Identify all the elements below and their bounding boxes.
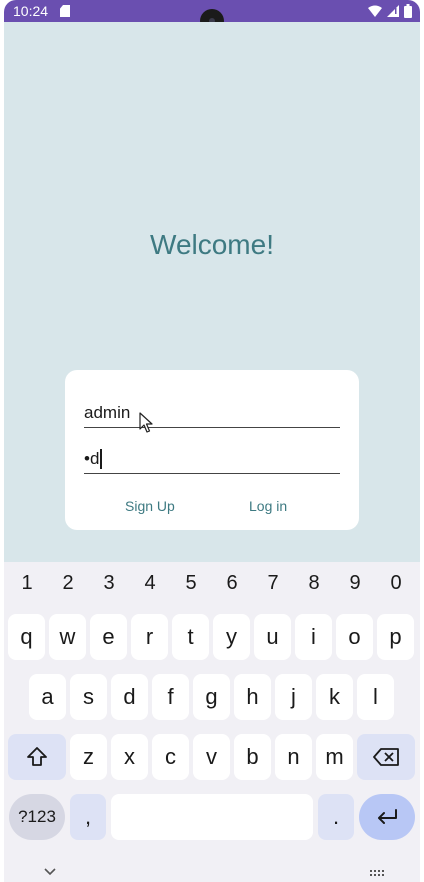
status-time: 10:24 xyxy=(13,3,49,19)
username-field[interactable]: admin xyxy=(84,398,340,428)
soft-keyboard: 1 2 3 4 5 6 7 8 9 0 q w e r t y u i o p … xyxy=(4,562,420,882)
key-f[interactable]: f xyxy=(152,674,189,720)
key-x[interactable]: x xyxy=(111,734,148,780)
symbols-key[interactable]: ?123 xyxy=(9,794,65,840)
key-6[interactable]: 6 xyxy=(217,572,247,595)
key-j[interactable]: j xyxy=(275,674,312,720)
key-t[interactable]: t xyxy=(172,614,209,660)
wifi-icon xyxy=(368,5,382,17)
key-q[interactable]: q xyxy=(8,614,45,660)
key-s[interactable]: s xyxy=(70,674,107,720)
username-value: admin xyxy=(84,403,131,422)
sd-card-icon xyxy=(60,5,70,17)
battery-icon xyxy=(404,4,412,18)
signup-button[interactable]: Sign Up xyxy=(125,498,175,514)
period-key[interactable]: . xyxy=(318,794,354,840)
key-u[interactable]: u xyxy=(254,614,291,660)
key-7[interactable]: 7 xyxy=(258,572,288,595)
backspace-key[interactable] xyxy=(357,734,415,780)
key-2[interactable]: 2 xyxy=(53,572,83,595)
key-3[interactable]: 3 xyxy=(94,572,124,595)
key-a[interactable]: a xyxy=(29,674,66,720)
key-l[interactable]: l xyxy=(357,674,394,720)
key-h[interactable]: h xyxy=(234,674,271,720)
key-p[interactable]: p xyxy=(377,614,414,660)
login-card: admin •d Sign Up Log in xyxy=(65,370,359,530)
status-icons xyxy=(368,4,412,18)
enter-icon xyxy=(378,809,397,824)
key-z[interactable]: z xyxy=(70,734,107,780)
password-value: •d xyxy=(84,449,100,468)
key-y[interactable]: y xyxy=(213,614,250,660)
number-row: 1 2 3 4 5 6 7 8 9 0 xyxy=(4,572,420,598)
key-c[interactable]: c xyxy=(152,734,189,780)
keyboard-switch-icon[interactable] xyxy=(370,870,386,876)
key-1[interactable]: 1 xyxy=(12,572,42,595)
key-w[interactable]: w xyxy=(49,614,86,660)
key-0[interactable]: 0 xyxy=(381,572,411,595)
key-b[interactable]: b xyxy=(234,734,271,780)
key-5[interactable]: 5 xyxy=(176,572,206,595)
signal-icon xyxy=(387,5,399,17)
login-button[interactable]: Log in xyxy=(249,498,287,514)
chevron-down-icon[interactable] xyxy=(44,868,56,876)
password-field[interactable]: •d xyxy=(84,444,340,474)
device-screen: 10:24 Welcome! admin •d Sign Up Log in 1… xyxy=(0,0,424,882)
text-cursor xyxy=(100,449,102,469)
welcome-heading: Welcome! xyxy=(150,229,274,260)
enter-key[interactable] xyxy=(359,794,415,840)
shift-icon xyxy=(27,747,47,766)
space-key[interactable] xyxy=(111,794,313,840)
key-r[interactable]: r xyxy=(131,614,168,660)
key-e[interactable]: e xyxy=(90,614,127,660)
app-content: Welcome! admin •d Sign Up Log in xyxy=(4,22,420,562)
key-o[interactable]: o xyxy=(336,614,373,660)
key-k[interactable]: k xyxy=(316,674,353,720)
key-v[interactable]: v xyxy=(193,734,230,780)
mouse-pointer-icon xyxy=(139,412,153,433)
backspace-icon xyxy=(373,748,399,766)
key-d[interactable]: d xyxy=(111,674,148,720)
key-g[interactable]: g xyxy=(193,674,230,720)
key-m[interactable]: m xyxy=(316,734,353,780)
key-i[interactable]: i xyxy=(295,614,332,660)
key-9[interactable]: 9 xyxy=(340,572,370,595)
key-n[interactable]: n xyxy=(275,734,312,780)
key-4[interactable]: 4 xyxy=(135,572,165,595)
comma-key[interactable]: , xyxy=(70,794,106,840)
shift-key[interactable] xyxy=(8,734,66,780)
key-8[interactable]: 8 xyxy=(299,572,329,595)
